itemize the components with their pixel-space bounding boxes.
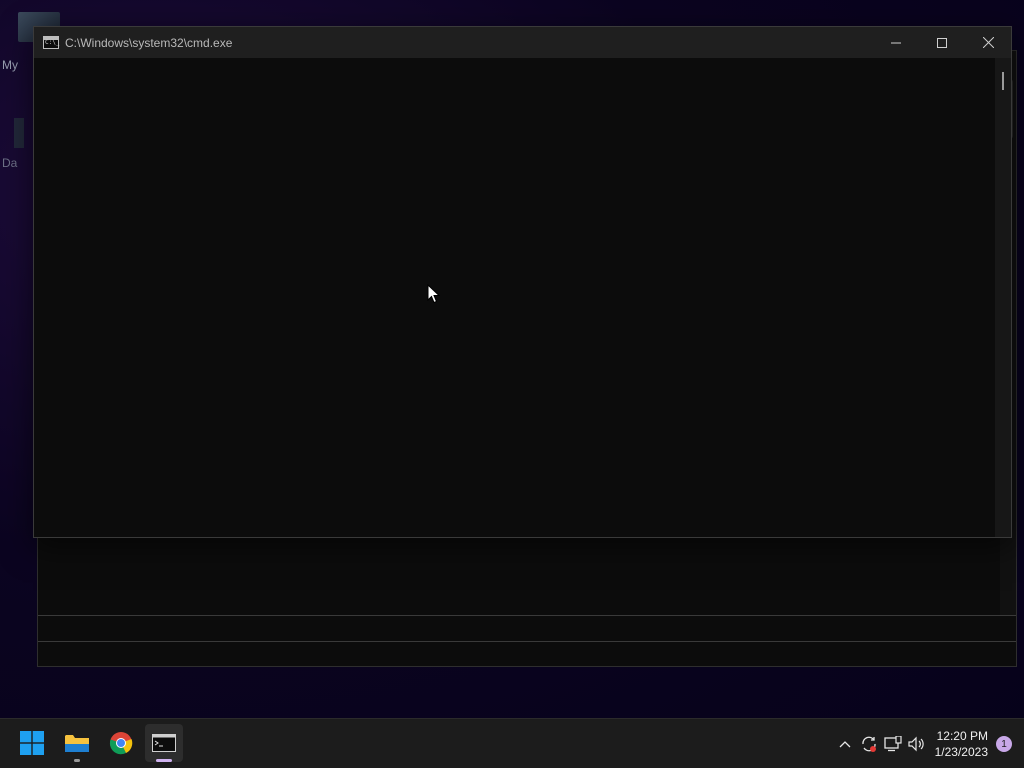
chrome-icon <box>109 732 133 755</box>
background-window-row <box>38 615 1016 641</box>
taskbar-chrome[interactable] <box>102 724 140 762</box>
clock-time: 12:20 PM <box>936 729 988 743</box>
taskbar-clock[interactable]: 12:20 PM 1/23/2023 <box>935 728 988 760</box>
active-indicator <box>156 759 172 762</box>
window-controls <box>873 27 1011 58</box>
clock-date: 1/23/2023 <box>934 745 988 759</box>
system-tray: 12:20 PM 1/23/2023 1 <box>833 719 1024 768</box>
background-window-row <box>38 641 1016 667</box>
notification-badge[interactable]: 1 <box>996 736 1012 752</box>
tray-sync[interactable] <box>857 732 881 756</box>
mouse-pointer-icon <box>427 284 441 304</box>
network-icon <box>883 736 902 752</box>
maximize-button[interactable] <box>919 27 965 58</box>
tray-volume[interactable] <box>905 732 929 756</box>
cmd-scrollbar[interactable] <box>995 58 1011 537</box>
desktop-icon-label[interactable]: Da <box>2 156 17 170</box>
desktop-icon-label[interactable]: My <box>2 58 18 72</box>
desktop-icon-thumbnail[interactable] <box>14 118 24 148</box>
cmd-window[interactable]: C:\Windows\system32\cmd.exe <box>33 26 1012 538</box>
sync-icon <box>861 736 876 752</box>
terminal-icon <box>152 734 176 752</box>
maximize-icon <box>937 37 947 48</box>
close-button[interactable] <box>965 27 1011 58</box>
chevron-up-icon <box>839 741 851 748</box>
close-icon <box>982 37 994 48</box>
taskbar: 12:20 PM 1/23/2023 1 <box>0 718 1024 768</box>
taskbar-file-explorer[interactable] <box>58 724 96 762</box>
start-button[interactable] <box>13 724 51 762</box>
scrollbar-thumb[interactable] <box>1002 72 1004 90</box>
tray-network[interactable] <box>881 732 905 756</box>
tray-overflow-button[interactable] <box>833 732 857 756</box>
taskbar-command-prompt[interactable] <box>145 724 183 762</box>
minimize-icon <box>891 42 901 43</box>
window-title: C:\Windows\system32\cmd.exe <box>65 35 233 50</box>
windows-logo-icon <box>20 731 44 755</box>
volume-icon <box>908 736 924 752</box>
running-indicator <box>74 759 80 762</box>
folder-icon <box>65 735 89 752</box>
minimize-button[interactable] <box>873 27 919 58</box>
cmd-titlebar[interactable]: C:\Windows\system32\cmd.exe <box>34 27 1011 58</box>
terminal-icon <box>43 36 59 49</box>
console-output-area[interactable] <box>34 58 995 537</box>
